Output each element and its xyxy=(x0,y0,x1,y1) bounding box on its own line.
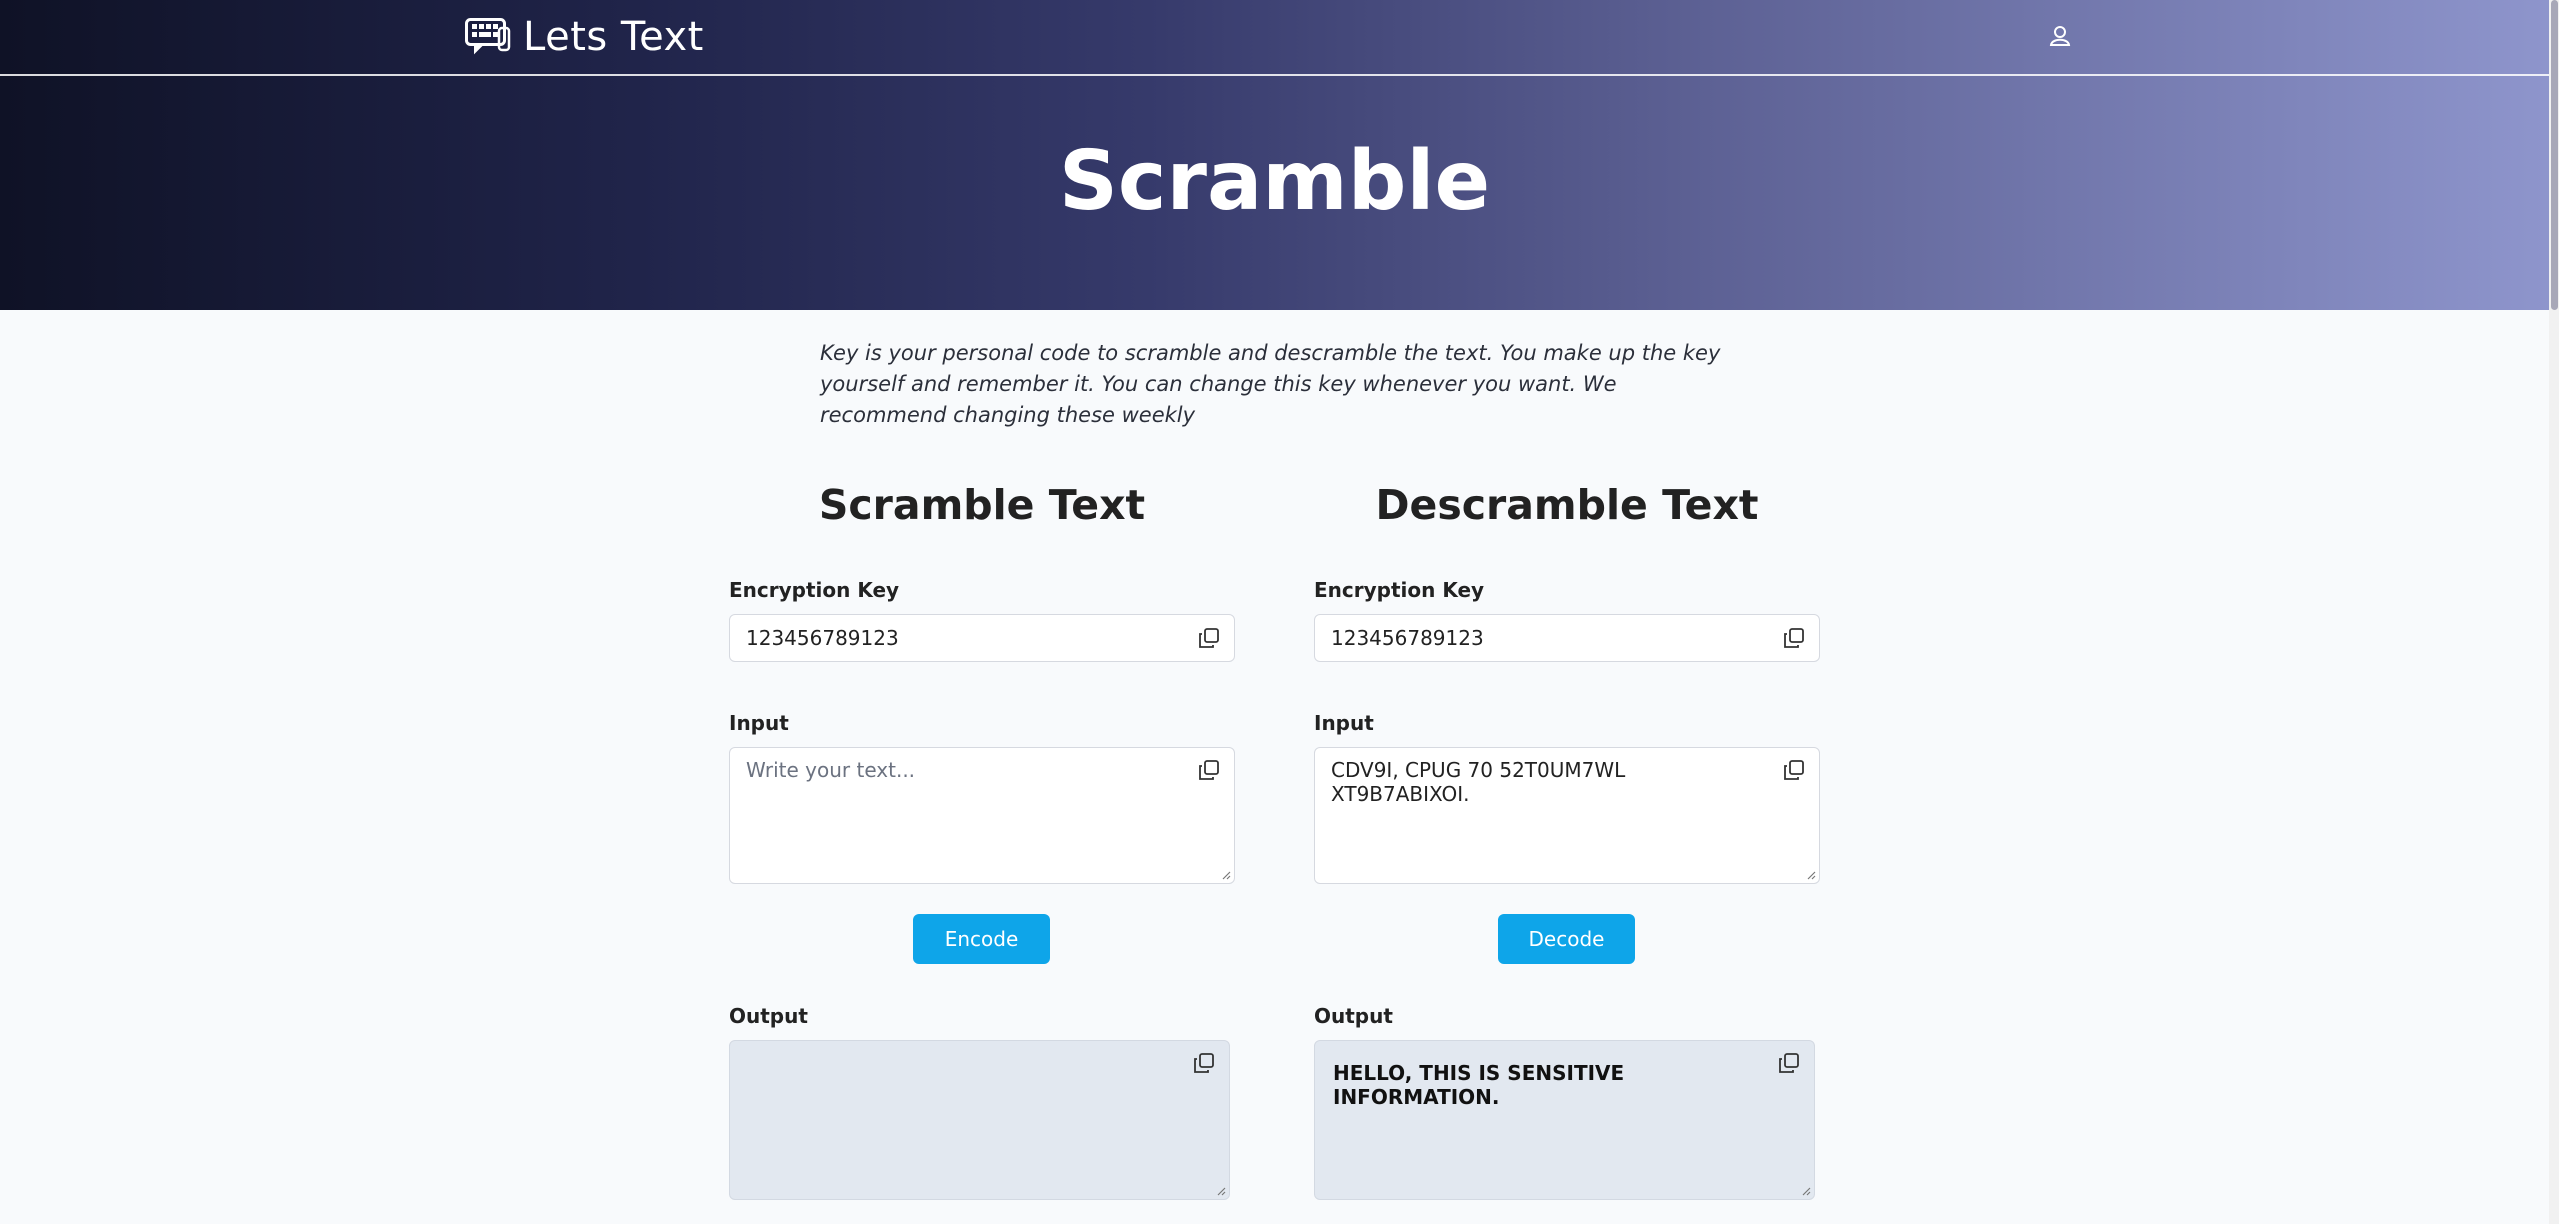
navbar: Lets Text xyxy=(0,0,2549,76)
scramble-key-label: Encryption Key xyxy=(729,578,900,602)
resize-grip-icon[interactable] xyxy=(1221,870,1231,880)
descramble-panel: Descramble Text Encryption Key Input CDV… xyxy=(1314,470,1820,1200)
scramble-input-label: Input xyxy=(729,711,789,735)
chat-keyboard-logo-icon xyxy=(465,18,511,56)
descramble-input-wrapper: CDV9I, CPUG 70 52T0UM7WL XT9B7ABIXOI. xyxy=(1314,747,1820,884)
scramble-title: Scramble Text xyxy=(818,481,1146,529)
descramble-output-text: HELLO, THIS IS SENSITIVE INFORMATION. xyxy=(1333,1061,1625,1109)
copy-icon[interactable] xyxy=(1193,1052,1215,1074)
descramble-input-textarea[interactable]: CDV9I, CPUG 70 52T0UM7WL XT9B7ABIXOI. xyxy=(1315,748,1819,883)
page-title: Scramble xyxy=(1058,134,1491,229)
resize-grip-icon[interactable] xyxy=(1216,1186,1226,1196)
scramble-input-textarea[interactable] xyxy=(730,748,1234,883)
resize-grip-icon[interactable] xyxy=(1806,870,1816,880)
descramble-key-input[interactable] xyxy=(1315,615,1819,661)
copy-icon[interactable] xyxy=(1778,1052,1800,1074)
copy-icon[interactable] xyxy=(1198,627,1220,649)
page: Lets Text Scramble Key is your personal … xyxy=(0,0,2559,1224)
resize-grip-icon[interactable] xyxy=(1801,1186,1811,1196)
brand-link[interactable]: Lets Text xyxy=(465,12,704,62)
key-description: Key is your personal code to scramble an… xyxy=(820,341,1721,427)
descramble-key-label: Encryption Key xyxy=(1314,578,1485,602)
copy-icon[interactable] xyxy=(1783,759,1805,781)
brand-name: Lets Text xyxy=(523,14,704,60)
decode-button[interactable]: Decode xyxy=(1498,914,1635,964)
copy-icon[interactable] xyxy=(1198,759,1220,781)
scramble-key-field-wrapper xyxy=(729,614,1235,662)
descramble-input-label: Input xyxy=(1314,711,1374,735)
scramble-output-box[interactable] xyxy=(729,1040,1230,1200)
scramble-panel: Scramble Text Encryption Key Input xyxy=(729,470,1235,1200)
descramble-title: Descramble Text xyxy=(1375,481,1759,529)
scramble-output-label: Output xyxy=(729,1004,808,1028)
descramble-output-label: Output xyxy=(1314,1004,1393,1028)
hero-banner: Lets Text Scramble xyxy=(0,0,2549,310)
descramble-output-box[interactable]: HELLO, THIS IS SENSITIVE INFORMATION. xyxy=(1314,1040,1815,1200)
descramble-key-field-wrapper xyxy=(1314,614,1820,662)
user-icon[interactable] xyxy=(2046,22,2074,50)
copy-icon[interactable] xyxy=(1783,627,1805,649)
encode-button[interactable]: Encode xyxy=(913,914,1050,964)
scramble-input-wrapper xyxy=(729,747,1235,884)
scrollbar-thumb[interactable] xyxy=(2551,0,2558,310)
scramble-key-input[interactable] xyxy=(730,615,1234,661)
